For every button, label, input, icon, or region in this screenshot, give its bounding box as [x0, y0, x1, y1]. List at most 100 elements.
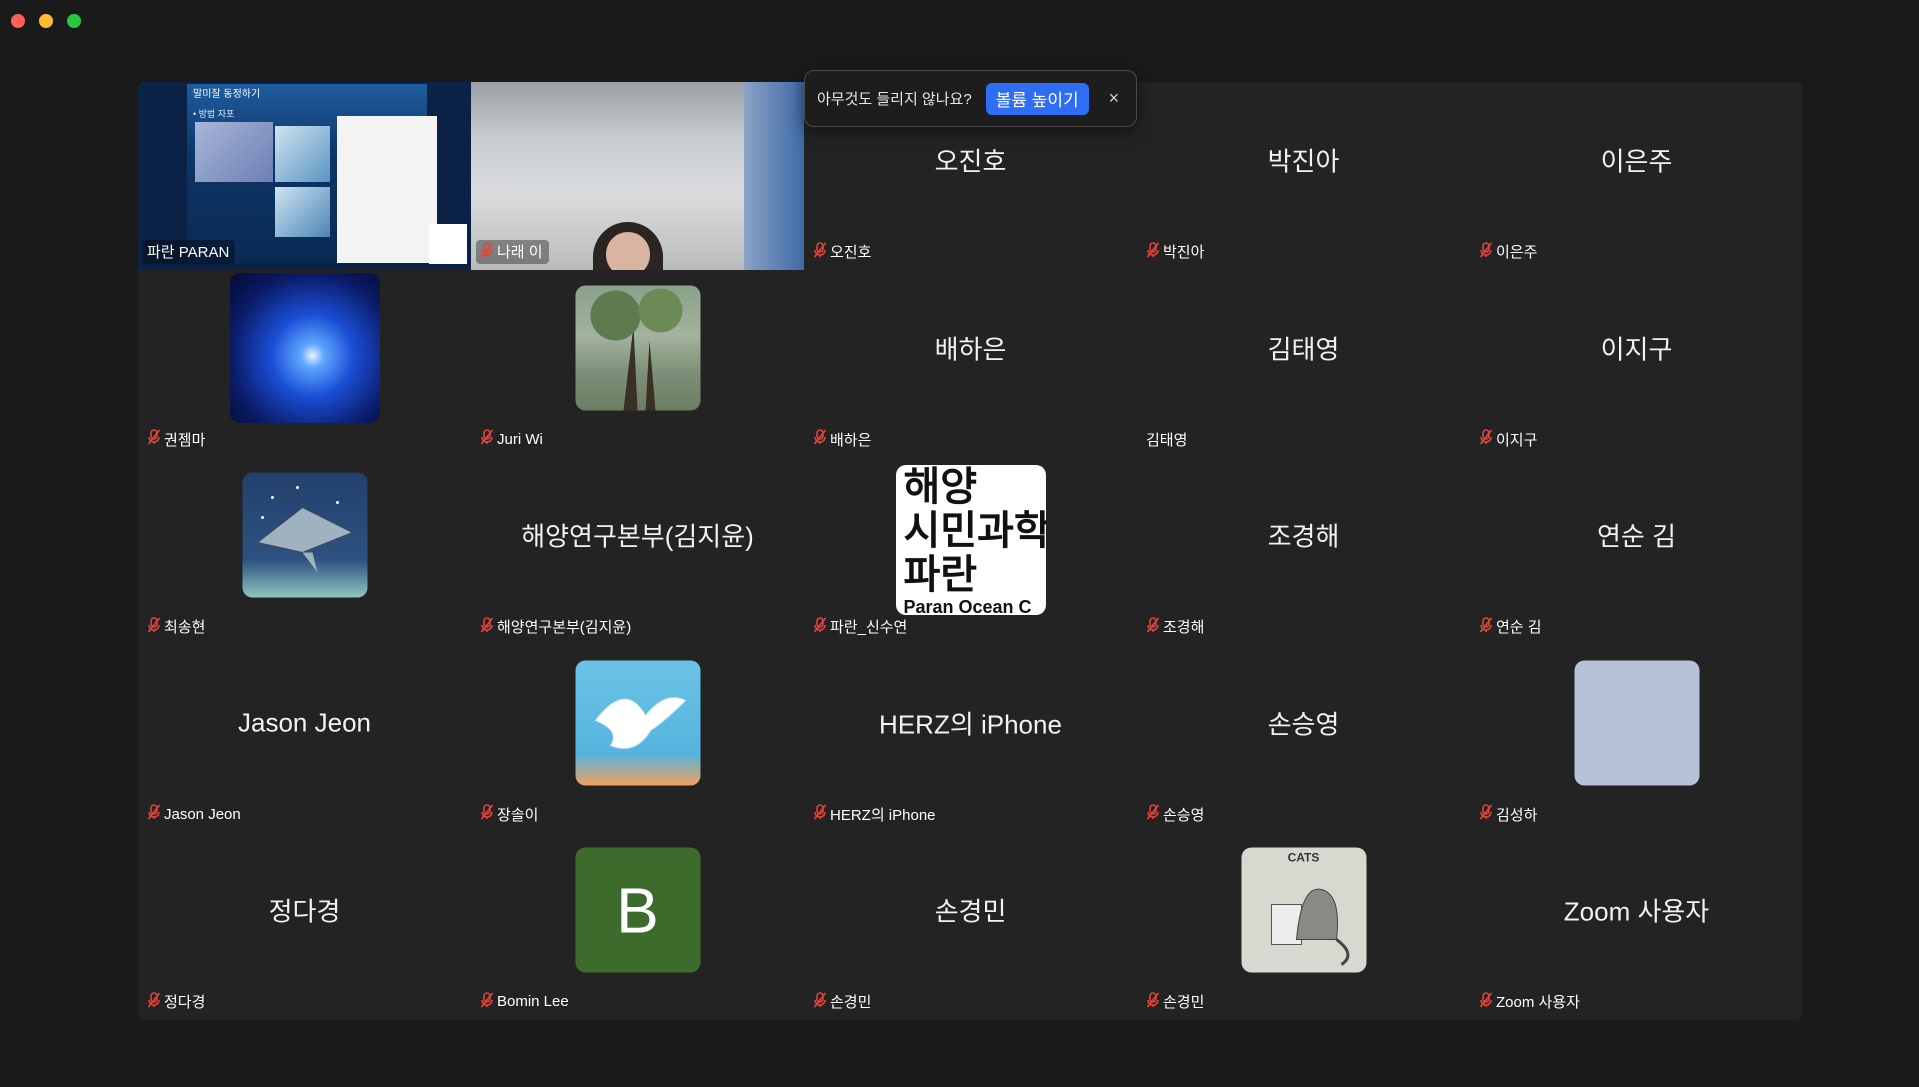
participant-name: 손경민: [830, 994, 872, 1012]
participant-name: 박진아: [1163, 244, 1205, 262]
participant-name: 조경해: [1163, 619, 1205, 637]
participant-name: 손승영: [1163, 806, 1205, 824]
participant-name-label: 손경민: [1142, 990, 1210, 1014]
logo-text-line: Paran Ocean C: [903, 597, 1032, 616]
muted-mic-icon: [813, 429, 827, 449]
participant-name: 장솔이: [497, 806, 539, 824]
participant-name-label: 손승영: [1142, 802, 1210, 826]
participant-tile[interactable]: 최송현: [138, 457, 471, 645]
participant-name-label: 연순 김: [1475, 615, 1548, 639]
participant-tile[interactable]: 이지구 이지구: [1470, 269, 1803, 458]
muted-mic-icon: [1146, 804, 1160, 824]
muted-mic-icon: [480, 429, 494, 449]
participant-tile[interactable]: 배하은 배하은: [804, 269, 1137, 458]
participant-display-name: 조경해: [1267, 521, 1340, 552]
participant-name-label: Juri Wi: [476, 427, 549, 451]
window-zoom-button[interactable]: [67, 14, 81, 28]
avatar: [1574, 660, 1699, 786]
participant-name-label: Bomin Lee: [476, 990, 575, 1014]
avatar: [575, 285, 700, 411]
participant-name: 최송현: [164, 619, 206, 637]
participant-tile[interactable]: 나래 이: [471, 82, 804, 270]
slide-title: 말미잘 동정하기: [193, 89, 261, 100]
muted-mic-icon: [147, 616, 161, 637]
participant-tile[interactable]: 장솔이: [471, 644, 804, 833]
participant-name-label: 권젬마: [143, 427, 211, 451]
muted-mic-icon: [1146, 992, 1160, 1012]
participant-tile[interactable]: 손승영 손승영: [1137, 644, 1470, 833]
logo-text-line: 시민과학: [903, 509, 1046, 554]
participant-name: Bomin Lee: [497, 993, 569, 1011]
participant-tile[interactable]: 정다경 정다경: [138, 832, 471, 1020]
avatar-caption: CATS: [1287, 850, 1320, 865]
participant-tile[interactable]: 박진아 박진아: [1137, 82, 1470, 270]
participant-name-label: 조경해: [1142, 615, 1210, 639]
participant-tile[interactable]: 해양 시민과학 파란 Paran Ocean C 파란_신수연: [804, 457, 1137, 645]
participant-display-name: Zoom 사용자: [1563, 896, 1710, 927]
participant-name: 배하은: [830, 431, 872, 449]
avatar: 해양 시민과학 파란 Paran Ocean C: [895, 465, 1046, 616]
participant-tile[interactable]: HERZ의 iPhone HERZ의 iPhone: [804, 644, 1137, 833]
avatar: [575, 660, 700, 786]
muted-mic-icon: [1479, 804, 1493, 824]
participant-name-label: 최송현: [143, 615, 211, 639]
participant-tile[interactable]: Jason Jeon Jason Jeon: [138, 644, 471, 833]
participant-display-name: 김태영: [1267, 334, 1340, 365]
participant-name-label: 이은주: [1475, 240, 1543, 264]
participant-name-label: 이지구: [1475, 427, 1543, 451]
participant-tile[interactable]: 조경해 조경해: [1137, 457, 1470, 645]
participant-name-label: Jason Jeon: [143, 802, 247, 826]
participant-tile[interactable]: 해양연구본부(김지윤) 해양연구본부(김지윤): [471, 457, 804, 645]
muted-mic-icon: [147, 804, 161, 824]
participant-tile[interactable]: 김태영 김태영: [1137, 269, 1470, 458]
muted-mic-icon: [813, 804, 827, 824]
close-icon[interactable]: ×: [1109, 88, 1120, 109]
muted-mic-icon: [1479, 616, 1493, 637]
muted-mic-icon: [480, 804, 494, 824]
participant-display-name: 손승영: [1267, 709, 1340, 740]
participant-name-label: 나래 이: [476, 239, 549, 264]
muted-mic-icon: [813, 241, 827, 262]
participant-name: Zoom 사용자: [1496, 994, 1580, 1012]
participant-tile[interactable]: 연순 김 연순 김: [1470, 457, 1803, 645]
participant-tile[interactable]: 권젬마: [138, 269, 471, 458]
participant-tile[interactable]: 김성하: [1470, 644, 1803, 833]
muted-mic-icon: [1479, 992, 1493, 1012]
participant-display-name: 박진아: [1267, 146, 1340, 177]
participant-display-name: 손경민: [934, 896, 1007, 927]
participant-tile[interactable]: 말미잘 동정하기 • 방법 자포 파란 PARAN: [138, 82, 471, 270]
muted-mic-icon: [480, 992, 494, 1012]
participant-name: 김태영: [1146, 431, 1188, 449]
participant-name: Jason Jeon: [164, 805, 241, 823]
audio-notification: 아무것도 들리지 않나요? 볼륨 높이기 ×: [804, 70, 1137, 127]
participant-name: 나래 이: [497, 244, 543, 262]
muted-mic-icon: [480, 616, 494, 637]
participant-name-label: 파란_신수연: [809, 615, 913, 639]
muted-mic-icon: [147, 429, 161, 449]
participant-name: 권젬마: [164, 431, 206, 449]
participant-tile[interactable]: 손경민 손경민: [804, 832, 1137, 1020]
participant-name: 해양연구본부(김지윤): [497, 619, 632, 637]
muted-mic-icon: [1479, 429, 1493, 449]
participant-name-label: 해양연구본부(김지윤): [476, 615, 637, 639]
avatar: B: [575, 847, 700, 973]
logo-text-line: 해양: [903, 465, 978, 510]
participant-tile[interactable]: Juri Wi: [471, 269, 804, 458]
window-close-button[interactable]: [11, 14, 25, 28]
participant-name-label: 파란 PARAN: [143, 239, 236, 264]
participant-tile[interactable]: B Bomin Lee: [471, 832, 804, 1020]
participant-name: 파란 PARAN: [147, 244, 230, 262]
muted-mic-icon: [1146, 241, 1160, 262]
participant-name: 오진호: [830, 244, 872, 262]
participant-tile[interactable]: Zoom 사용자 Zoom 사용자: [1470, 832, 1803, 1020]
participant-tile[interactable]: 이은주 이은주: [1470, 82, 1803, 270]
participant-name: 연순 김: [1496, 619, 1542, 637]
participant-name-label: 오진호: [809, 240, 877, 264]
participant-name-label: 정다경: [143, 990, 211, 1014]
participant-name-label: HERZ의 iPhone: [809, 802, 942, 826]
participant-tile[interactable]: CATS 손경민: [1137, 832, 1470, 1020]
muted-mic-icon: [813, 992, 827, 1012]
window-minimize-button[interactable]: [39, 14, 53, 28]
participant-name-label: 손경민: [809, 990, 877, 1014]
increase-volume-button[interactable]: 볼륨 높이기: [985, 82, 1089, 115]
